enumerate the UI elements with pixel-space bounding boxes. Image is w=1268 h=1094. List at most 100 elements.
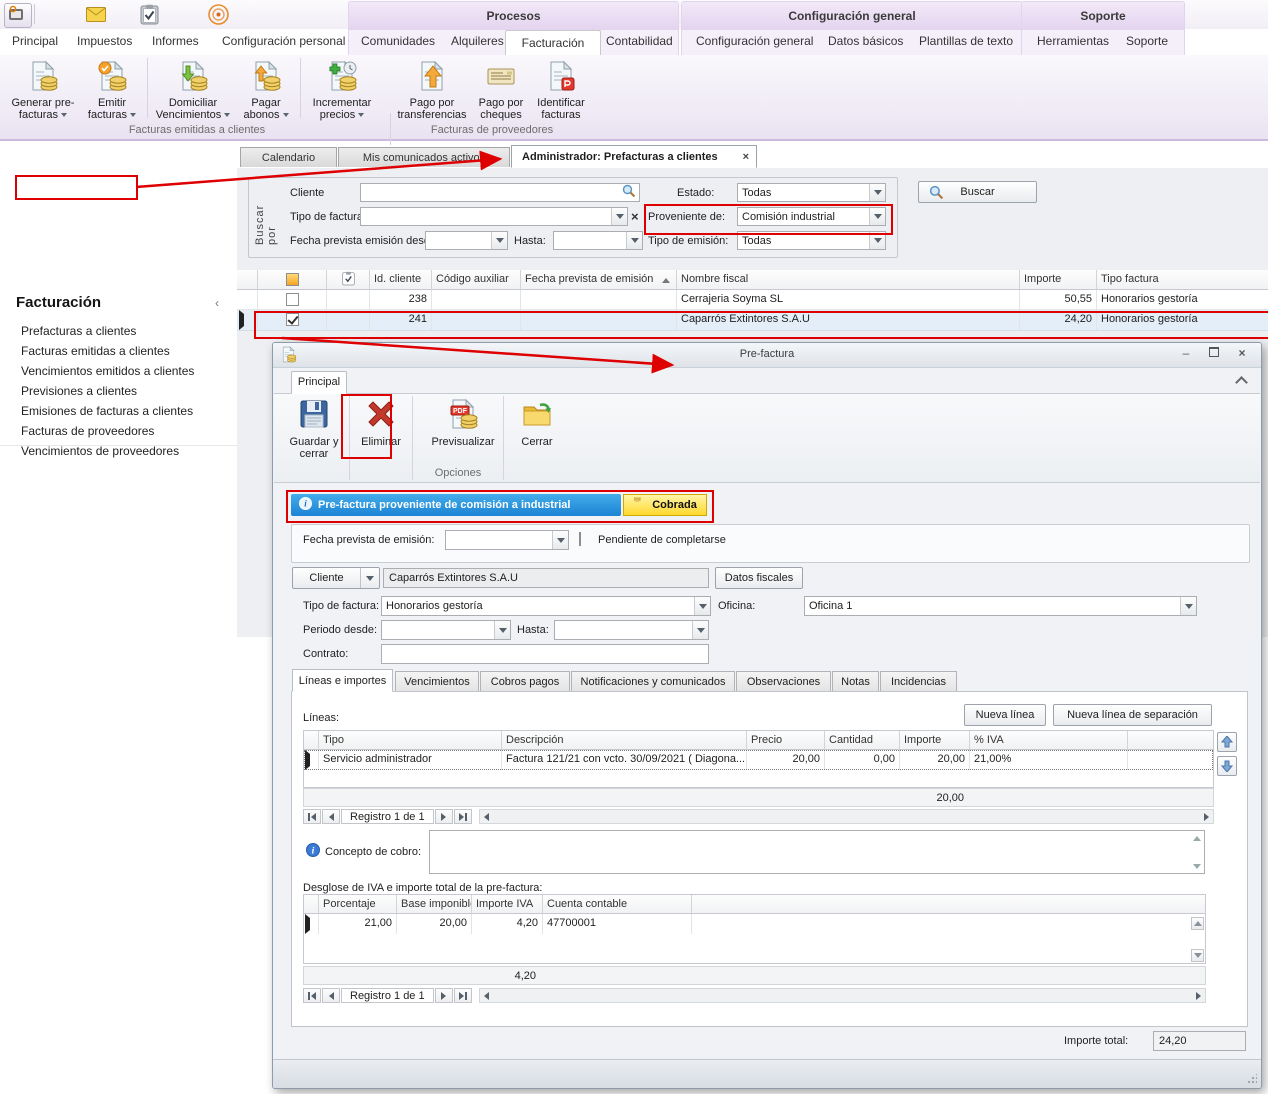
chevron-down-icon[interactable] bbox=[1180, 597, 1196, 615]
tab-lineas-importes[interactable]: Líneas e importes bbox=[292, 669, 393, 692]
chevron-down-icon[interactable] bbox=[552, 531, 568, 549]
table-row[interactable]: Servicio administrador Factura 121/21 co… bbox=[304, 750, 1213, 770]
col-importe[interactable]: Importe bbox=[1020, 270, 1097, 290]
tab-impuestos[interactable]: Impuestos bbox=[77, 34, 132, 48]
col-tipo[interactable]: Tipo factura bbox=[1097, 270, 1268, 290]
row-select-cell[interactable] bbox=[258, 310, 327, 330]
close-icon[interactable]: × bbox=[1231, 347, 1253, 362]
scroll-up-icon[interactable] bbox=[1191, 832, 1203, 844]
contrato-input[interactable] bbox=[381, 644, 709, 664]
doc-tab-calendario[interactable]: Calendario bbox=[240, 147, 337, 167]
dialog-titlebar[interactable]: Pre-factura – × bbox=[273, 343, 1261, 368]
col-base[interactable]: Base imponible bbox=[397, 895, 472, 914]
tab-comunidades[interactable]: Comunidades bbox=[361, 34, 435, 48]
prev-record-button[interactable] bbox=[322, 988, 340, 1003]
move-line-up-button[interactable] bbox=[1217, 732, 1237, 752]
sidebar-item-previsiones[interactable]: Previsiones a clientes bbox=[21, 382, 137, 401]
table-row-selected[interactable]: 241 Caparrós Extintores S.A.U 24,20 Hono… bbox=[237, 310, 1268, 331]
scroll-down-icon[interactable] bbox=[1191, 949, 1204, 962]
mail-icon[interactable] bbox=[86, 7, 106, 25]
checkbox-checked-icon[interactable] bbox=[286, 313, 299, 326]
row-select-cell[interactable] bbox=[258, 290, 327, 309]
chevron-down-icon[interactable] bbox=[494, 621, 510, 639]
cerrar-button[interactable]: Cerrar bbox=[507, 394, 567, 482]
eliminar-button[interactable]: Eliminar bbox=[353, 394, 409, 482]
close-tab-icon[interactable]: × bbox=[743, 146, 749, 168]
proveniente-combo[interactable]: Comisión industrial bbox=[737, 207, 886, 226]
identificar-facturas-button[interactable]: Identificar facturas bbox=[531, 56, 591, 122]
doc-tab-admin-prefacturas[interactable]: Administrador: Prefacturas a clientes × bbox=[511, 145, 757, 168]
next-record-button[interactable] bbox=[435, 809, 453, 824]
guardar-cerrar-button[interactable]: Guardar y cerrar bbox=[282, 394, 346, 482]
chevron-down-icon[interactable] bbox=[869, 208, 885, 225]
pago-transferencias-button[interactable]: Pago por transferencias bbox=[393, 56, 471, 122]
cliente-input[interactable] bbox=[361, 187, 622, 199]
iva-horizontal-scrollbar[interactable] bbox=[479, 988, 1206, 1003]
last-record-button[interactable] bbox=[454, 809, 472, 824]
tab-herramientas[interactable]: Herramientas bbox=[1037, 34, 1109, 48]
tab-principal[interactable]: Principal bbox=[12, 34, 58, 48]
checkbox-unchecked-icon[interactable] bbox=[286, 293, 299, 306]
chevron-down-icon[interactable] bbox=[491, 232, 507, 249]
chevron-down-icon[interactable] bbox=[692, 621, 708, 639]
prev-record-button[interactable] bbox=[322, 809, 340, 824]
tab-observaciones[interactable]: Observaciones bbox=[736, 671, 831, 692]
col-fecha[interactable]: Fecha prevista de emisión bbox=[521, 270, 677, 290]
pagar-abonos-button[interactable]: Pagar abonos bbox=[235, 56, 297, 122]
previsualizar-button[interactable]: PDF Previsualizar bbox=[416, 394, 510, 448]
col-id-cliente[interactable]: Id. cliente bbox=[370, 270, 432, 290]
col-cuenta[interactable]: Cuenta contable bbox=[543, 895, 692, 914]
chevron-down-icon[interactable] bbox=[626, 232, 642, 249]
col-codigo[interactable]: Código auxiliar bbox=[432, 270, 521, 290]
sidebar-collapse-button[interactable]: ‹ bbox=[215, 296, 219, 310]
tab-contabilidad[interactable]: Contabilidad bbox=[606, 34, 673, 48]
first-record-button[interactable] bbox=[303, 809, 321, 824]
tab-notas[interactable]: Notas bbox=[832, 671, 879, 692]
tab-cobros-pagos[interactable]: Cobros pagos bbox=[480, 671, 570, 692]
tipo-factura-combo[interactable] bbox=[360, 207, 628, 226]
chevron-down-icon[interactable] bbox=[869, 232, 885, 249]
chevron-down-icon[interactable] bbox=[360, 568, 379, 588]
fecha-hasta-combo[interactable] bbox=[553, 231, 643, 250]
concepto-input[interactable] bbox=[430, 831, 1204, 873]
resize-grip[interactable] bbox=[1247, 1074, 1257, 1084]
estado-combo[interactable]: Todas bbox=[737, 183, 886, 202]
tab-informes[interactable]: Informes bbox=[152, 34, 199, 48]
tab-configuracion-personal[interactable]: Configuración personal bbox=[222, 34, 345, 48]
tab-incidencias[interactable]: Incidencias bbox=[880, 671, 957, 692]
tasks-column-header[interactable] bbox=[327, 270, 370, 290]
cliente-search-input[interactable] bbox=[360, 183, 640, 202]
sidebar-item-facturas-proveedores[interactable]: Facturas de proveedores bbox=[21, 422, 154, 441]
chevron-down-icon[interactable] bbox=[869, 184, 885, 201]
col-precio[interactable]: Precio bbox=[747, 731, 825, 750]
tab-notificaciones[interactable]: Notificaciones y comunicados bbox=[571, 671, 735, 692]
col-importe[interactable]: Importe bbox=[900, 731, 970, 750]
lines-horizontal-scrollbar[interactable] bbox=[479, 809, 1214, 824]
incrementar-precios-button[interactable]: Incrementar precios bbox=[304, 56, 380, 122]
tab-configuracion-general[interactable]: Configuración general bbox=[696, 34, 813, 48]
buscar-button[interactable]: Buscar bbox=[918, 181, 1037, 203]
tipo-factura-combo[interactable]: Honorarios gestoría bbox=[381, 596, 711, 616]
fecha-prevista-combo[interactable] bbox=[445, 530, 569, 550]
tab-vencimientos[interactable]: Vencimientos bbox=[395, 671, 479, 692]
chevron-down-icon[interactable] bbox=[694, 597, 710, 615]
concepto-cobro-textarea[interactable] bbox=[429, 830, 1205, 874]
tab-datos-basicos[interactable]: Datos básicos bbox=[828, 34, 903, 48]
tipo-emision-combo[interactable]: Todas bbox=[737, 231, 886, 250]
sidebar-item-emisiones[interactable]: Emisiones de facturas a clientes bbox=[21, 402, 193, 421]
dialog-tab-principal[interactable]: Principal bbox=[291, 371, 347, 394]
select-all-header[interactable] bbox=[258, 270, 327, 290]
domiciliar-vencimientos-button[interactable]: Domiciliar Vencimientos bbox=[151, 56, 235, 122]
col-nombre[interactable]: Nombre fiscal bbox=[677, 270, 1020, 290]
datos-fiscales-button[interactable]: Datos fiscales bbox=[715, 567, 803, 589]
scroll-down-icon[interactable] bbox=[1191, 860, 1203, 872]
pago-cheques-button[interactable]: Pago por cheques bbox=[471, 56, 531, 122]
scroll-right-icon[interactable] bbox=[1204, 813, 1209, 821]
tab-alquileres[interactable]: Alquileres bbox=[451, 34, 504, 48]
periodo-desde-combo[interactable] bbox=[381, 620, 511, 640]
app-icon[interactable] bbox=[4, 3, 32, 28]
emitir-facturas-button[interactable]: Emitir facturas bbox=[80, 56, 144, 122]
scroll-right-icon[interactable] bbox=[1196, 992, 1201, 1000]
doc-tab-comunicados[interactable]: Mis comunicados activos bbox=[338, 147, 510, 167]
select-all-checkbox-icon[interactable] bbox=[286, 273, 299, 286]
